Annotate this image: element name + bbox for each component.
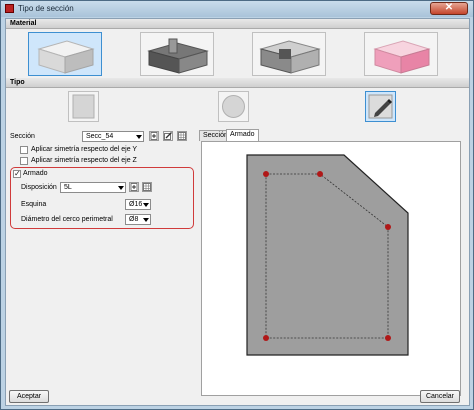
armado-checkbox[interactable] bbox=[13, 169, 21, 178]
esquina-select-value: Ø16 bbox=[129, 201, 143, 208]
esquina-label: Esquina bbox=[21, 201, 47, 208]
close-button[interactable]: ✕ bbox=[430, 2, 468, 15]
rebar-dot bbox=[263, 171, 269, 177]
tipo-option-custom[interactable] bbox=[365, 91, 396, 122]
circular-section-icon bbox=[222, 95, 245, 118]
accept-button[interactable]: Aceptar bbox=[9, 390, 49, 403]
rebar-dot bbox=[385, 224, 391, 230]
disposicion-select-value: 5L bbox=[64, 184, 72, 191]
dialog-window: Tipo de sección ✕ Material Tipo Sección … bbox=[0, 0, 474, 410]
table-disposition-button[interactable] bbox=[142, 182, 152, 192]
section-preview-panel bbox=[201, 141, 461, 396]
new-page-icon bbox=[150, 132, 158, 140]
section-drawing bbox=[246, 154, 409, 356]
material-option-composite[interactable] bbox=[252, 32, 326, 76]
table-icon bbox=[178, 132, 186, 140]
material-option-concrete[interactable] bbox=[28, 32, 102, 76]
app-icon bbox=[5, 4, 14, 13]
window-title: Tipo de sección bbox=[18, 4, 74, 13]
chevron-down-icon bbox=[143, 203, 149, 207]
tipo-header: Tipo bbox=[6, 78, 469, 88]
edit-icon bbox=[164, 132, 172, 140]
section-outline bbox=[246, 154, 409, 356]
sym-z-label: Aplicar simetría respecto del eje Z bbox=[31, 157, 137, 164]
chevron-down-icon bbox=[143, 218, 149, 222]
steel-profile-icon bbox=[147, 38, 209, 74]
material-option-pink[interactable] bbox=[364, 32, 438, 76]
table-icon bbox=[143, 183, 151, 191]
rebar-dot bbox=[317, 171, 323, 177]
seccion-select[interactable]: Secc_54 bbox=[82, 131, 144, 142]
dialog-client-area: Material Tipo Sección Secc_54 Aplicar si… bbox=[5, 18, 470, 406]
custom-edit-section-icon bbox=[368, 94, 393, 119]
material-option-steel[interactable] bbox=[140, 32, 214, 76]
concrete-block-icon bbox=[37, 40, 95, 74]
material-header: Material bbox=[6, 19, 469, 29]
sym-y-checkbox[interactable] bbox=[20, 146, 28, 154]
rebar-dot bbox=[385, 335, 391, 341]
sym-z-checkbox[interactable] bbox=[20, 157, 28, 165]
cancel-button[interactable]: Cancelar bbox=[420, 390, 460, 403]
diametro-label: Diámetro del cerco perimetral bbox=[21, 216, 113, 223]
disposicion-select[interactable]: 5L bbox=[60, 182, 126, 193]
tipo-option-rectangular[interactable] bbox=[68, 91, 99, 122]
seccion-select-value: Secc_54 bbox=[86, 133, 114, 140]
composite-steel-icon bbox=[259, 40, 321, 74]
chevron-down-icon bbox=[118, 186, 124, 190]
add-section-button[interactable] bbox=[149, 131, 159, 141]
disposicion-label: Disposición bbox=[21, 184, 57, 191]
rebar-dot bbox=[263, 335, 269, 341]
sym-y-label: Aplicar simetría respecto del eje Y bbox=[31, 146, 138, 153]
title-bar[interactable]: Tipo de sección ✕ bbox=[1, 1, 473, 17]
table-section-button[interactable] bbox=[177, 131, 187, 141]
armado-label: Armado bbox=[23, 170, 48, 177]
pink-block-icon bbox=[373, 40, 431, 74]
new-page-icon bbox=[130, 183, 138, 191]
add-disposition-button[interactable] bbox=[129, 182, 139, 192]
rectangular-section-icon bbox=[72, 94, 95, 119]
chevron-down-icon bbox=[136, 135, 142, 139]
tipo-option-circular[interactable] bbox=[218, 91, 249, 122]
tab-armado[interactable]: Armado bbox=[226, 129, 259, 141]
diametro-select[interactable]: Ø8 bbox=[125, 214, 151, 225]
diametro-select-value: Ø8 bbox=[129, 216, 139, 223]
esquina-select[interactable]: Ø16 bbox=[125, 199, 151, 210]
edit-section-button[interactable] bbox=[163, 131, 173, 141]
seccion-label: Sección bbox=[10, 133, 35, 140]
